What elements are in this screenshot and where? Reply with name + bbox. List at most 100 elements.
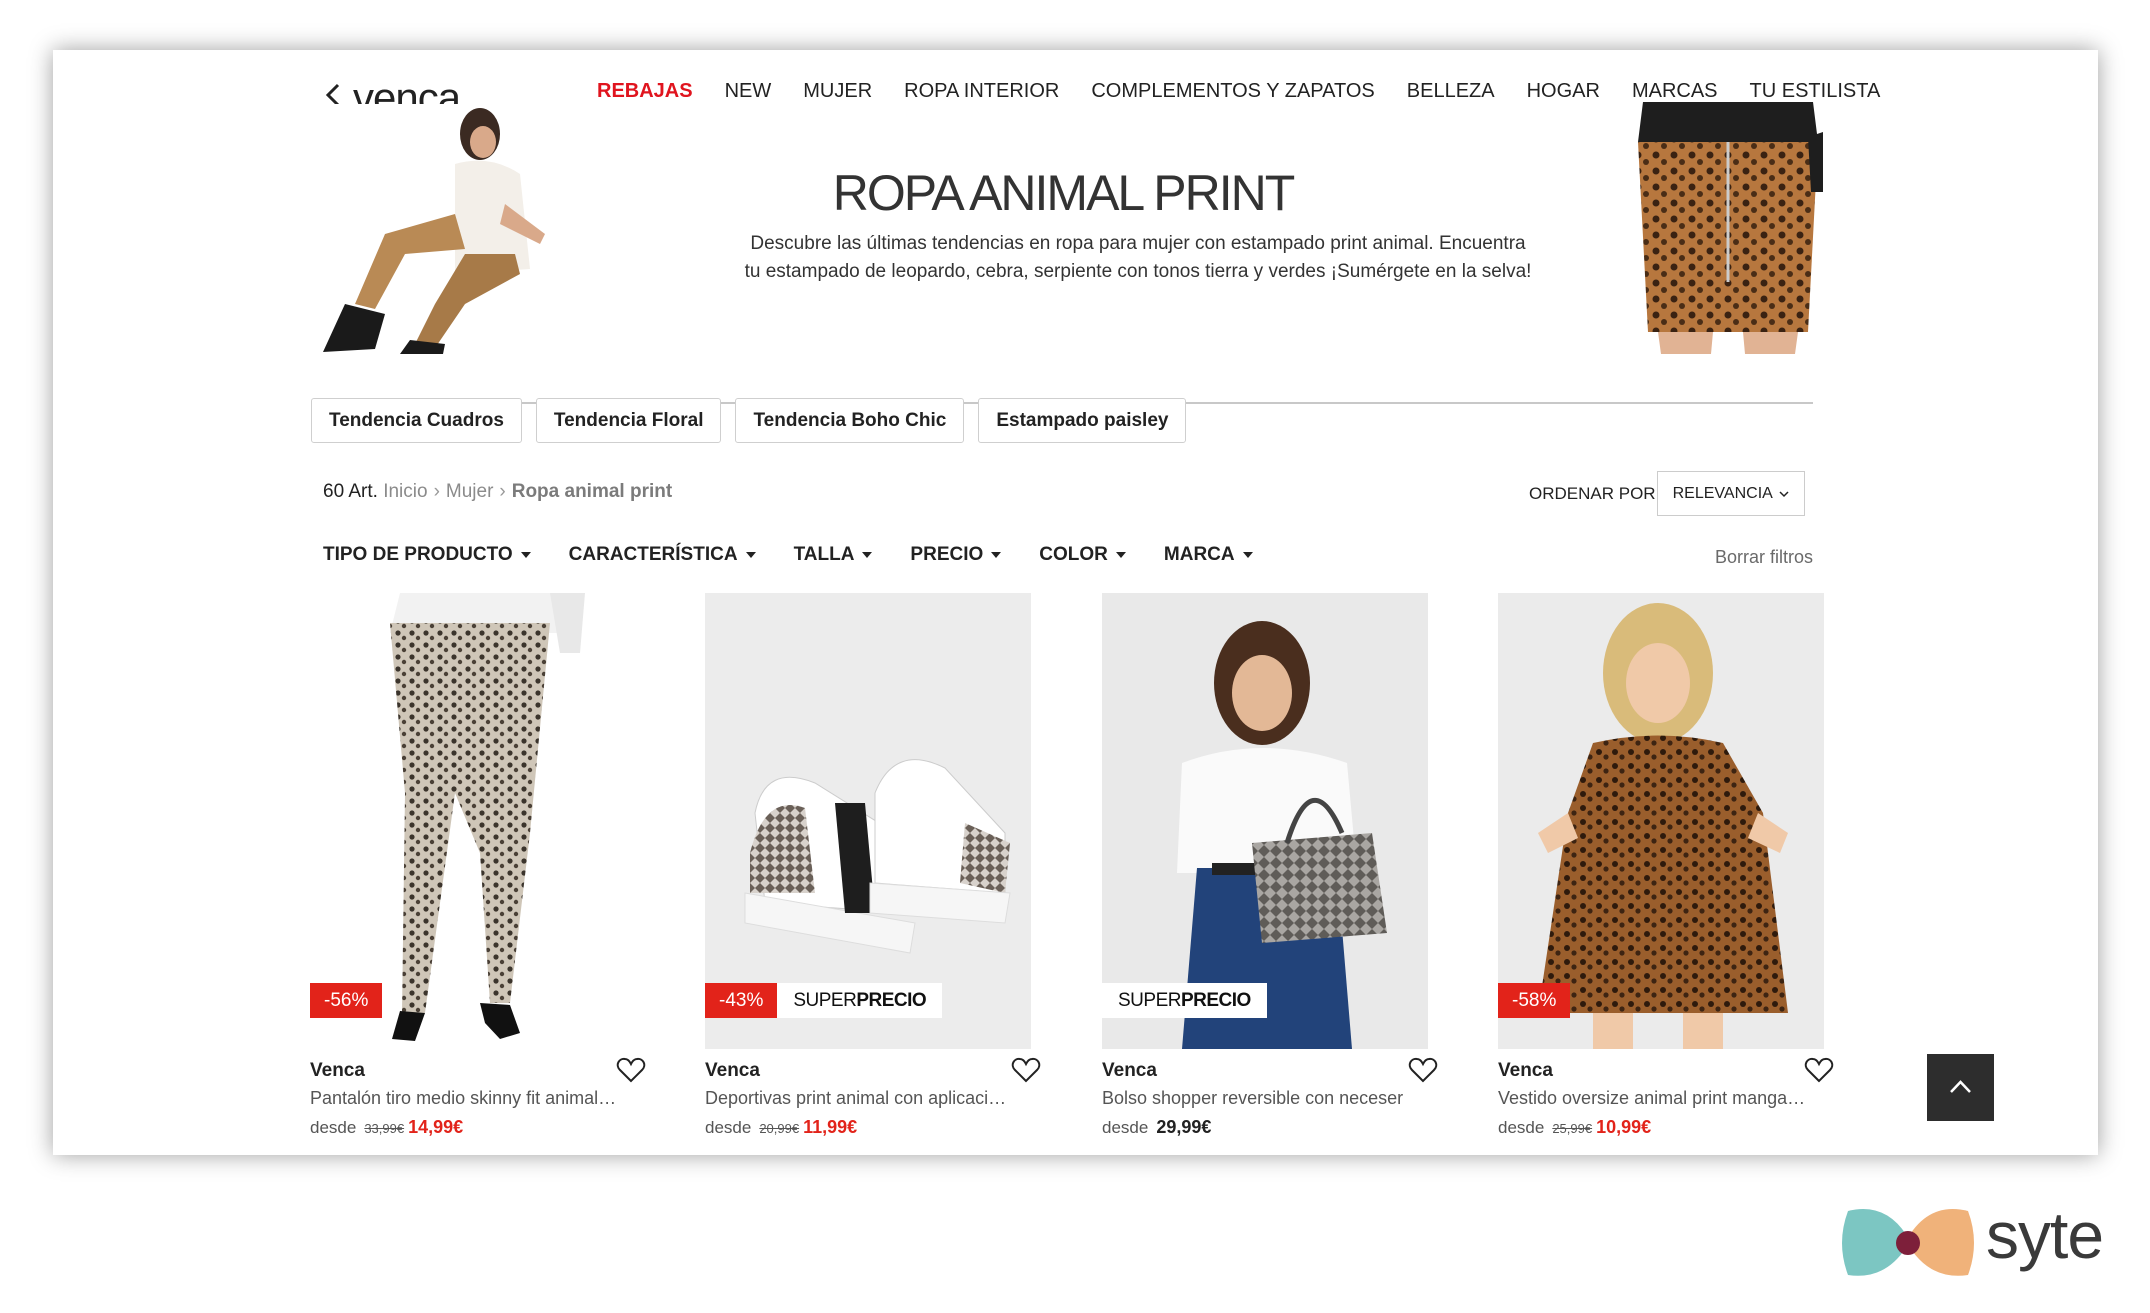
sort-select[interactable]: RELEVANCIA bbox=[1657, 471, 1805, 516]
nav-link-rebajas[interactable]: REBAJAS bbox=[597, 80, 693, 103]
product-price: desde 20,99€ 11,99€ bbox=[705, 1117, 857, 1138]
chip-tendencia-boho-chic[interactable]: Tendencia Boho Chic bbox=[735, 398, 965, 443]
product-image[interactable] bbox=[705, 593, 1031, 1049]
product-name[interactable]: Deportivas print animal con aplicaciones bbox=[705, 1088, 1015, 1109]
chevron-up-icon bbox=[1950, 1080, 1971, 1093]
back-to-top-button[interactable] bbox=[1927, 1054, 1994, 1121]
filter-label: TIPO DE PRODUCTO bbox=[323, 544, 513, 565]
filter-label: MARCA bbox=[1163, 544, 1235, 565]
regular-price: 29,99€ bbox=[1156, 1117, 1212, 1137]
product-image[interactable] bbox=[1102, 593, 1428, 1049]
clear-filters-link[interactable]: Borrar filtros bbox=[1715, 547, 1813, 568]
chip-tendencia-floral[interactable]: Tendencia Floral bbox=[535, 398, 722, 443]
product-name[interactable]: Vestido oversize animal print manga cort… bbox=[1498, 1088, 1808, 1109]
caret-down-icon bbox=[991, 551, 1002, 558]
superprecio-badge: SUPERPRECIO bbox=[1102, 983, 1267, 1018]
price-from-label: desde bbox=[705, 1118, 752, 1137]
heart-icon[interactable] bbox=[1011, 1056, 1041, 1084]
discount-badge: -43% bbox=[705, 983, 778, 1018]
sale-price: 10,99€ bbox=[1596, 1117, 1652, 1137]
product-brand: Venca bbox=[705, 1060, 760, 1081]
filter-label: TALLA bbox=[793, 544, 855, 565]
hero-model-right-image bbox=[1633, 102, 1823, 354]
product-name[interactable]: Pantalón tiro medio skinny fit animal pr… bbox=[310, 1088, 620, 1109]
nav-link-hogar[interactable]: HOGAR bbox=[1527, 80, 1600, 103]
superprecio-bold: PRECIO bbox=[856, 990, 927, 1011]
filter-label: PRECIO bbox=[910, 544, 984, 565]
heart-icon[interactable] bbox=[1408, 1056, 1438, 1084]
filter-label: COLOR bbox=[1039, 544, 1108, 565]
chip-estampado-paisley[interactable]: Estampado paisley bbox=[978, 398, 1187, 443]
badges: -56% bbox=[310, 983, 383, 1018]
nav-link-mujer[interactable]: MUJER bbox=[803, 80, 872, 103]
nav-link-belleza[interactable]: BELLEZA bbox=[1407, 80, 1495, 103]
breadcrumb-mujer[interactable]: Mujer bbox=[446, 481, 494, 502]
filter-precio[interactable]: PRECIO bbox=[910, 544, 1002, 566]
sort-label: ORDENAR POR bbox=[1529, 484, 1656, 503]
product-price: desde 25,99€ 10,99€ bbox=[1498, 1117, 1651, 1138]
nav-link-complementos[interactable]: COMPLEMENTOS Y ZAPATOS bbox=[1091, 80, 1374, 103]
filter-tipo-de-producto[interactable]: TIPO DE PRODUCTO bbox=[323, 544, 531, 566]
product-brand: Venca bbox=[1102, 1060, 1157, 1081]
filter-caracteristica[interactable]: CARACTERÍSTICA bbox=[569, 544, 756, 566]
price-from-label: desde bbox=[310, 1118, 357, 1137]
old-price: 20,99€ bbox=[759, 1121, 800, 1136]
nav-link-ropa-interior[interactable]: ROPA INTERIOR bbox=[904, 80, 1059, 103]
syte-watermark: syte bbox=[1838, 1198, 2113, 1283]
page-description: Descubre las últimas tendencias en ropa … bbox=[744, 233, 1532, 282]
heart-icon[interactable] bbox=[1804, 1056, 1834, 1084]
breadcrumb-separator-icon: › bbox=[499, 481, 506, 502]
breadcrumb: 60 Art. Inicio › Mujer › Ropa animal print bbox=[323, 481, 672, 503]
hero-banner: ROPA ANIMAL PRINT Descubre las últimas t… bbox=[313, 102, 1823, 404]
caret-down-icon bbox=[1115, 551, 1126, 558]
filter-marca[interactable]: MARCA bbox=[1164, 544, 1253, 566]
old-price: 33,99€ bbox=[364, 1121, 405, 1136]
superprecio-light: SUPER bbox=[793, 990, 857, 1011]
page-title: ROPA ANIMAL PRINT bbox=[832, 165, 1296, 221]
trend-chips: Tendencia Cuadros Tendencia Floral Tende… bbox=[311, 398, 1187, 443]
badges: -43% SUPERPRECIO bbox=[705, 983, 943, 1018]
product-price: desde 33,99€ 14,99€ bbox=[310, 1117, 463, 1138]
discount-badge: -58% bbox=[1498, 983, 1571, 1018]
product-name[interactable]: Bolso shopper reversible con neceser bbox=[1102, 1088, 1412, 1109]
filter-talla[interactable]: TALLA bbox=[794, 544, 873, 566]
nav-links: REBAJAS NEW MUJER ROPA INTERIOR COMPLEME… bbox=[597, 80, 1880, 103]
superprecio-badge: SUPERPRECIO bbox=[777, 983, 943, 1018]
hero-model-left-image bbox=[315, 104, 560, 354]
breadcrumb-current: Ropa animal print bbox=[511, 481, 673, 502]
chip-tendencia-cuadros[interactable]: Tendencia Cuadros bbox=[311, 398, 522, 443]
syte-wordmark: syte bbox=[1986, 1198, 2104, 1272]
filter-bar: TIPO DE PRODUCTO CARACTERÍSTICA TALLA PR… bbox=[323, 544, 1253, 566]
product-price: desde 29,99€ bbox=[1102, 1117, 1211, 1138]
old-price: 25,99€ bbox=[1552, 1121, 1593, 1136]
price-from-label: desde bbox=[1102, 1118, 1149, 1137]
badges: SUPERPRECIO bbox=[1102, 983, 1267, 1018]
product-image[interactable] bbox=[310, 593, 636, 1049]
superprecio-light: SUPER bbox=[1118, 990, 1181, 1011]
sale-price: 11,99€ bbox=[803, 1117, 858, 1137]
breadcrumb-separator-icon: › bbox=[433, 481, 440, 502]
caret-down-icon bbox=[520, 551, 531, 558]
caret-down-icon bbox=[745, 551, 756, 558]
product-brand: Venca bbox=[310, 1060, 365, 1081]
product-image[interactable] bbox=[1498, 593, 1824, 1049]
price-from-label: desde bbox=[1498, 1118, 1545, 1137]
caret-down-icon bbox=[1242, 551, 1253, 558]
chevron-down-icon bbox=[1779, 491, 1789, 498]
nav-link-marcas[interactable]: MARCAS bbox=[1632, 80, 1718, 103]
syte-logo-icon bbox=[1842, 1209, 1974, 1276]
nav-link-new[interactable]: NEW bbox=[725, 80, 772, 103]
sort-value: RELEVANCIA bbox=[1672, 485, 1772, 502]
breadcrumb-inicio[interactable]: Inicio bbox=[383, 481, 427, 502]
caret-down-icon bbox=[862, 551, 873, 558]
discount-badge: -56% bbox=[310, 983, 383, 1018]
superprecio-bold: PRECIO bbox=[1180, 990, 1251, 1011]
product-brand: Venca bbox=[1498, 1060, 1553, 1081]
item-count: 60 Art. bbox=[323, 481, 378, 502]
browser-frame: venca REBAJAS NEW MUJER ROPA INTERIOR CO… bbox=[53, 50, 2098, 1155]
sale-price: 14,99€ bbox=[408, 1117, 464, 1137]
heart-icon[interactable] bbox=[616, 1056, 646, 1084]
nav-link-tu-estilista[interactable]: TU ESTILISTA bbox=[1750, 80, 1881, 103]
badges: -58% bbox=[1498, 983, 1571, 1018]
filter-color[interactable]: COLOR bbox=[1039, 544, 1126, 566]
